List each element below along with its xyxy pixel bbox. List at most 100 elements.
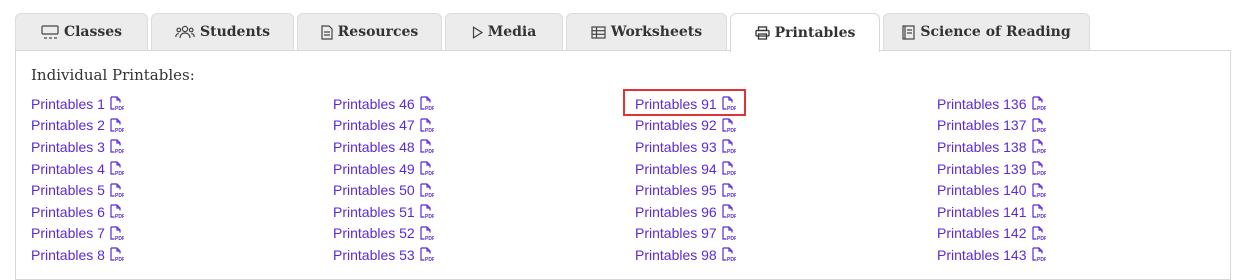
tab-label: Classes bbox=[63, 24, 123, 40]
printable-link[interactable]: Printables 46 PDF bbox=[333, 93, 434, 115]
svg-text:PDF: PDF bbox=[425, 193, 434, 198]
printable-link-label: Printables 138 bbox=[937, 138, 1027, 155]
printable-link[interactable]: Printables 1 PDF bbox=[31, 93, 124, 115]
printable-link-label: Printables 3 bbox=[31, 138, 105, 155]
printable-link[interactable]: Printables 48 PDF bbox=[333, 136, 434, 158]
printable-link[interactable]: Printables 138 PDF bbox=[937, 136, 1046, 158]
svg-text:PDF: PDF bbox=[425, 128, 434, 133]
printable-link[interactable]: Printables 3 PDF bbox=[31, 136, 124, 158]
tab-label: Media bbox=[487, 24, 537, 40]
pdf-file-icon: PDF bbox=[109, 139, 124, 154]
printable-link[interactable]: Printables 2 PDF bbox=[31, 115, 124, 137]
printable-link[interactable]: Printables 7 PDF bbox=[31, 223, 124, 245]
pdf-file-icon: PDF bbox=[721, 247, 736, 262]
printable-link[interactable]: Printables 47 PDF bbox=[333, 115, 434, 137]
pdf-file-icon: PDF bbox=[721, 161, 736, 176]
play-icon bbox=[472, 25, 483, 39]
pdf-file-icon: PDF bbox=[1031, 139, 1046, 154]
printable-link-label: Printables 5 bbox=[31, 182, 105, 199]
printable-link-label: Printables 2 bbox=[31, 117, 105, 134]
tab-classes[interactable]: Classes bbox=[15, 13, 148, 50]
pdf-file-icon: PDF bbox=[1031, 204, 1046, 219]
pdf-file-icon: PDF bbox=[419, 96, 434, 111]
printable-link[interactable]: Printables 52 PDF bbox=[333, 223, 434, 245]
svg-text:PDF: PDF bbox=[425, 171, 434, 176]
pdf-file-icon: PDF bbox=[721, 226, 736, 241]
printable-link[interactable]: Printables 141 PDF bbox=[937, 201, 1046, 223]
printable-link[interactable]: Printables 92 PDF bbox=[635, 115, 736, 137]
tab-label: Science of Reading bbox=[920, 24, 1071, 40]
printable-link[interactable]: Printables 8 PDF bbox=[31, 244, 124, 266]
printables-column-3: Printables 91 PDF Printables 92 PDF Printabl… bbox=[635, 93, 736, 266]
pdf-file-icon: PDF bbox=[419, 161, 434, 176]
pdf-file-icon: PDF bbox=[721, 183, 736, 198]
printable-link[interactable]: Printables 51 PDF bbox=[333, 201, 434, 223]
pdf-file-icon: PDF bbox=[721, 96, 736, 111]
printable-link[interactable]: Printables 139 PDF bbox=[937, 158, 1046, 180]
printable-link-label: Printables 6 bbox=[31, 203, 105, 220]
printable-link[interactable]: Printables 6 PDF bbox=[31, 201, 124, 223]
printable-link[interactable]: Printables 91 PDF bbox=[635, 93, 736, 115]
tab-science-of-reading[interactable]: Science of Reading bbox=[883, 13, 1090, 50]
pdf-file-icon: PDF bbox=[721, 139, 736, 154]
printable-link-label: Printables 94 bbox=[635, 160, 717, 177]
printable-link[interactable]: Printables 143 PDF bbox=[937, 244, 1046, 266]
pdf-file-icon: PDF bbox=[109, 226, 124, 241]
tab-printables[interactable]: Printables bbox=[730, 13, 880, 52]
printable-link[interactable]: Printables 4 PDF bbox=[31, 158, 124, 180]
svg-text:PDF: PDF bbox=[727, 128, 736, 133]
tab-worksheets[interactable]: Worksheets bbox=[566, 13, 727, 50]
printables-column-4: Printables 136 PDF Printables 137 PDF Printa… bbox=[937, 93, 1046, 266]
printable-link[interactable]: Printables 136 PDF bbox=[937, 93, 1046, 115]
section-heading: Individual Printables: bbox=[31, 66, 195, 84]
printable-link-label: Printables 7 bbox=[31, 225, 105, 242]
printable-link[interactable]: Printables 142 PDF bbox=[937, 223, 1046, 245]
pdf-file-icon: PDF bbox=[419, 247, 434, 262]
printable-link[interactable]: Printables 137 PDF bbox=[937, 115, 1046, 137]
printable-link[interactable]: Printables 97 PDF bbox=[635, 223, 736, 245]
table-icon bbox=[591, 25, 606, 39]
tab-students[interactable]: Students bbox=[151, 13, 294, 50]
printable-link[interactable]: Printables 53 PDF bbox=[333, 244, 434, 266]
pdf-file-icon: PDF bbox=[419, 139, 434, 154]
svg-text:PDF: PDF bbox=[115, 149, 124, 154]
printable-link[interactable]: Printables 5 PDF bbox=[31, 179, 124, 201]
printable-link-label: Printables 1 bbox=[31, 95, 105, 112]
pdf-file-icon: PDF bbox=[419, 118, 434, 133]
printable-link[interactable]: Printables 94 PDF bbox=[635, 158, 736, 180]
printable-link-label: Printables 49 bbox=[333, 160, 415, 177]
book-icon bbox=[902, 24, 915, 40]
svg-text:PDF: PDF bbox=[727, 236, 736, 241]
svg-text:PDF: PDF bbox=[115, 171, 124, 176]
printable-link[interactable]: Printables 95 PDF bbox=[635, 179, 736, 201]
pdf-file-icon: PDF bbox=[109, 96, 124, 111]
svg-text:PDF: PDF bbox=[1037, 128, 1046, 133]
printable-link-label: Printables 142 bbox=[937, 225, 1027, 242]
printable-link-label: Printables 95 bbox=[635, 182, 717, 199]
pdf-file-icon: PDF bbox=[1031, 161, 1046, 176]
printables-column-2: Printables 46 PDF Printables 47 PDF Printabl… bbox=[333, 93, 434, 266]
printable-link-label: Printables 140 bbox=[937, 182, 1027, 199]
printable-link-label: Printables 52 bbox=[333, 225, 415, 242]
svg-text:PDF: PDF bbox=[115, 193, 124, 198]
pdf-file-icon: PDF bbox=[1031, 118, 1046, 133]
pdf-file-icon: PDF bbox=[109, 183, 124, 198]
tab-label: Worksheets bbox=[610, 24, 703, 40]
tab-media[interactable]: Media bbox=[445, 13, 563, 50]
printable-link-label: Printables 51 bbox=[333, 203, 415, 220]
svg-text:PDF: PDF bbox=[1037, 171, 1046, 176]
pdf-file-icon: PDF bbox=[419, 226, 434, 241]
printable-link[interactable]: Printables 96 PDF bbox=[635, 201, 736, 223]
svg-text:PDF: PDF bbox=[425, 257, 434, 262]
printable-link[interactable]: Printables 93 PDF bbox=[635, 136, 736, 158]
pdf-file-icon: PDF bbox=[419, 204, 434, 219]
printable-link[interactable]: Printables 140 PDF bbox=[937, 179, 1046, 201]
printable-link[interactable]: Printables 49 PDF bbox=[333, 158, 434, 180]
printable-link[interactable]: Printables 50 PDF bbox=[333, 179, 434, 201]
printable-link-label: Printables 136 bbox=[937, 95, 1027, 112]
printable-link[interactable]: Printables 98 PDF bbox=[635, 244, 736, 266]
tab-resources[interactable]: Resources bbox=[297, 13, 442, 50]
svg-text:PDF: PDF bbox=[115, 214, 124, 219]
pdf-file-icon: PDF bbox=[1031, 247, 1046, 262]
printable-link-label: Printables 50 bbox=[333, 182, 415, 199]
